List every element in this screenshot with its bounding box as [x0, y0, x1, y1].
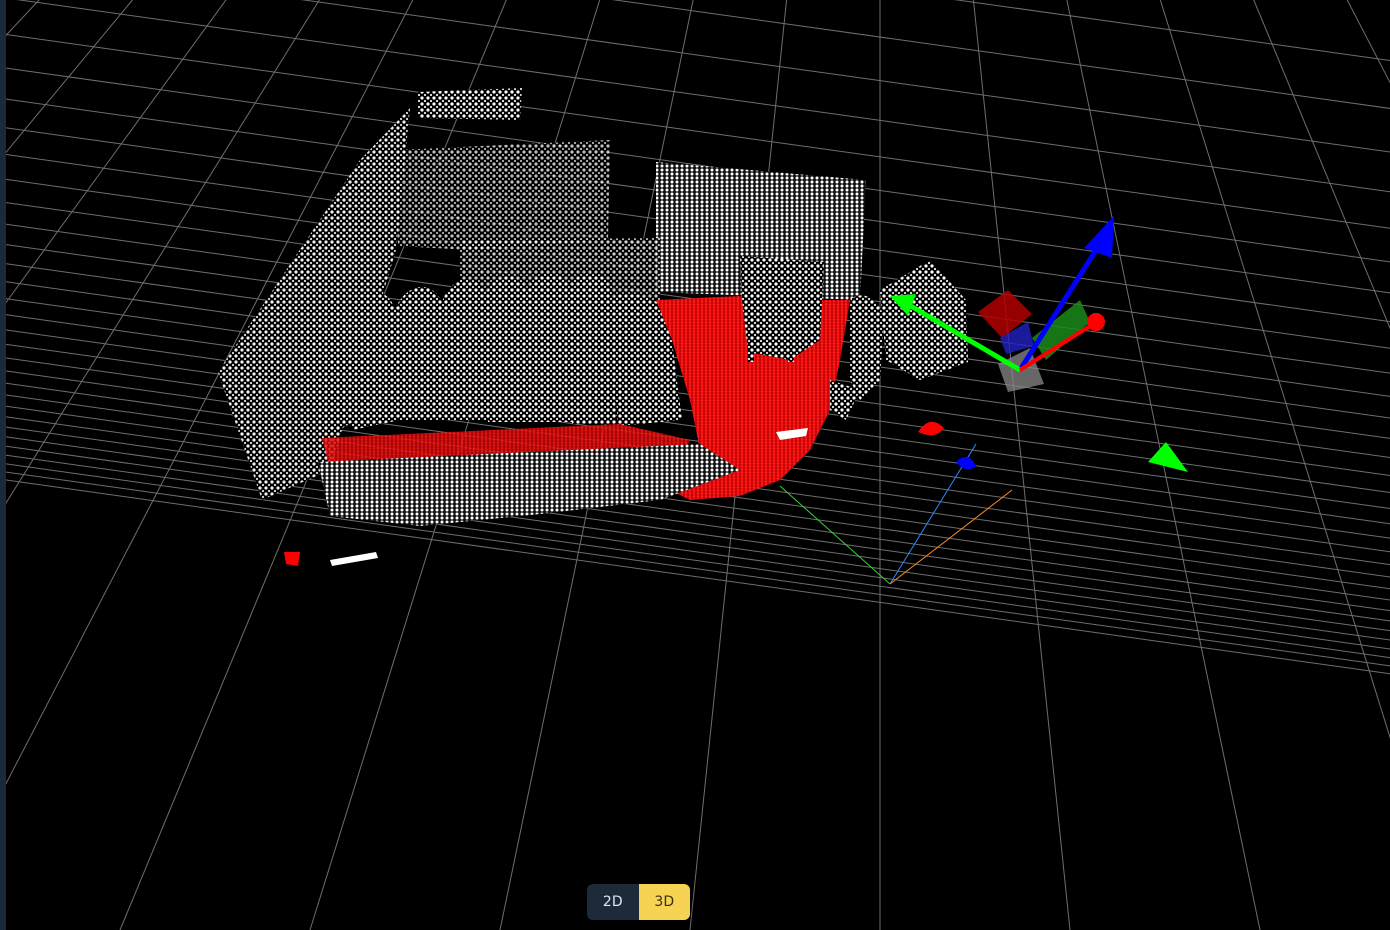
view-3d-button[interactable]: 3D [638, 884, 690, 920]
grid-line [0, 478, 1390, 675]
grid-line [1066, 0, 1261, 930]
3d-viewport[interactable]: 2D 3D [0, 0, 1390, 930]
grid-line [611, 0, 1390, 109]
grid-line [953, 0, 1390, 62]
view-2d-button[interactable]: 2D [587, 884, 639, 920]
viewport-left-edge [0, 0, 6, 930]
view-mode-toggle[interactable]: 2D 3D [587, 884, 690, 920]
point-cloud-scene[interactable] [0, 0, 1390, 930]
